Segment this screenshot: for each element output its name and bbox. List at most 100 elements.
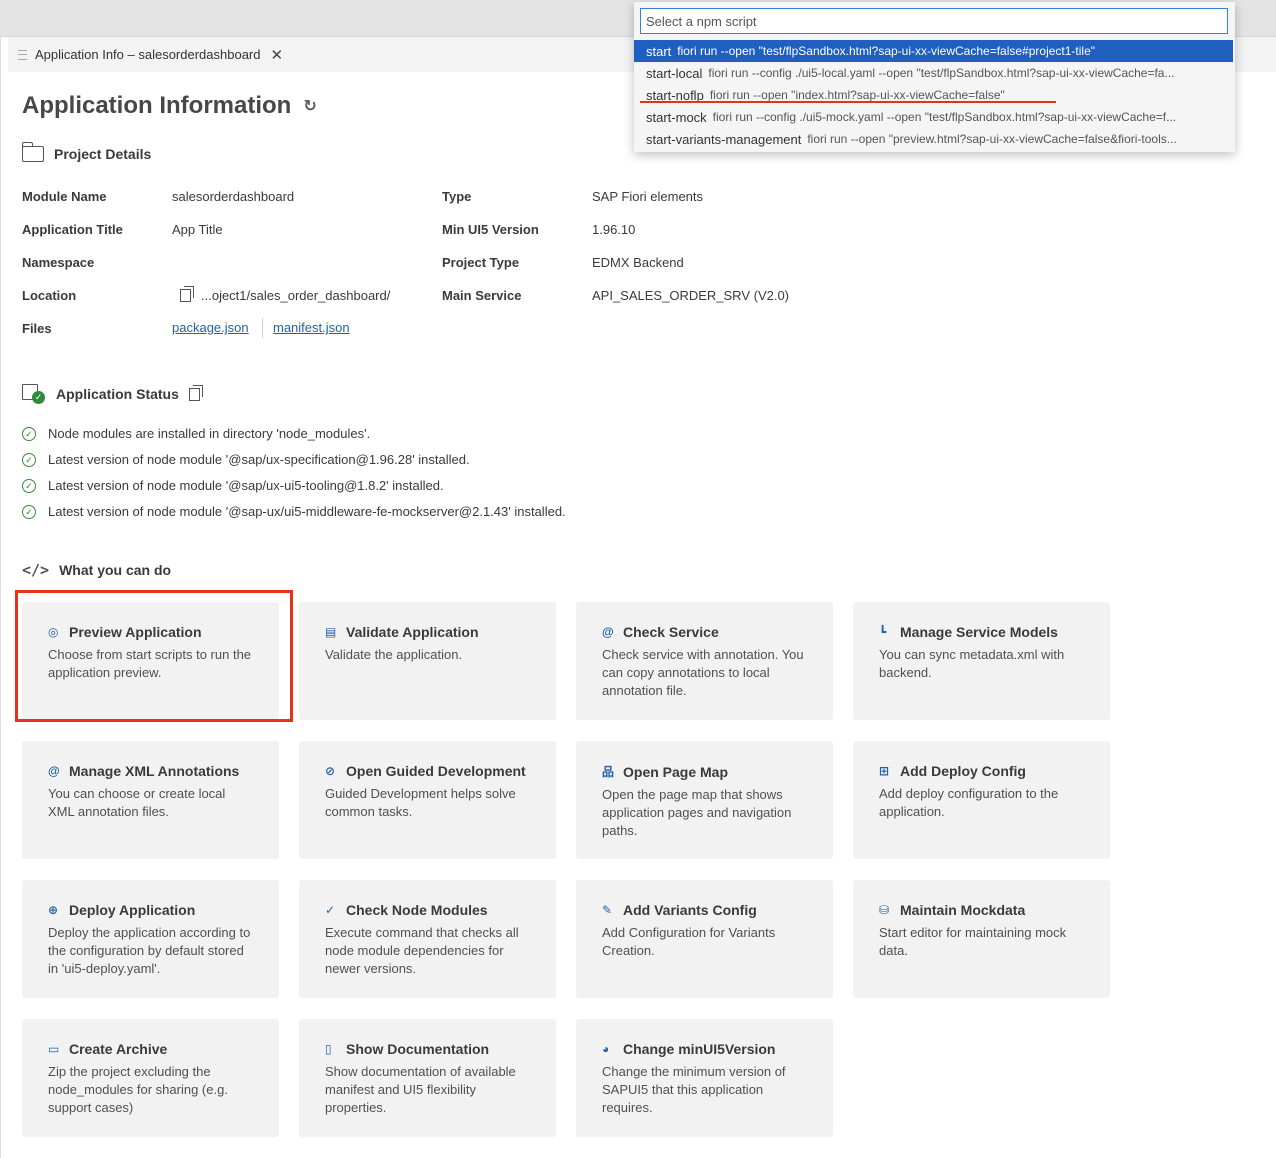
action-card-title: ✓ Check Node Modules	[325, 902, 530, 918]
type-value: SAP Fiori elements	[592, 189, 704, 204]
application-status-heading: ✓ Application Status	[22, 384, 203, 404]
action-card[interactable]: 品 Open Page Map Open the page map that sho…	[576, 741, 833, 859]
action-card[interactable]: ▯ Show Documentation Show documentation of…	[299, 1019, 556, 1137]
action-card-description: You can choose or create local XML annot…	[48, 786, 226, 819]
status-item: ✓ Node modules are installed in director…	[22, 426, 370, 441]
folder-icon	[22, 142, 44, 162]
check-circle-icon: ✓	[22, 452, 36, 467]
action-card-description: Guided Development helps solve common ta…	[325, 786, 516, 819]
action-card-description: Start editor for maintaining mock data.	[879, 925, 1067, 958]
action-card-title: ⊞ Add Deploy Config	[879, 763, 1084, 779]
globe-icon: ⊕	[48, 903, 59, 917]
add-config-icon: ⊞	[879, 764, 890, 778]
page-title: Application Information ↻	[22, 92, 317, 120]
npm-script-command: fiori run --open "index.html?sap-ui-xx-v…	[709, 88, 1005, 102]
action-card-label: Show Documentation	[346, 1041, 490, 1057]
action-card[interactable]: ⛁ Maintain Mockdata Start editor for maint…	[853, 880, 1110, 998]
copy-icon[interactable]	[188, 384, 203, 401]
action-card-label: Add Deploy Config	[900, 763, 1026, 779]
action-card-label: Maintain Mockdata	[900, 902, 1026, 918]
npm-script-option[interactable]: start-local fiori run --config ./ui5-loca…	[634, 62, 1233, 84]
action-card[interactable]: ▤ Validate Application Validate the applic…	[299, 602, 556, 720]
npm-script-name: start-mock	[646, 109, 707, 125]
action-card[interactable]: ⊕ Deploy Application Deploy the applicatio…	[22, 880, 279, 998]
highlight-underline	[640, 101, 1056, 103]
tab-application-info[interactable]: Application Info – salesorderdashboard ✕	[8, 37, 298, 72]
files-divider	[262, 318, 263, 338]
page-map-icon: 品	[602, 765, 615, 779]
npm-script-name: start-local	[646, 65, 703, 81]
action-card-description: Add deploy configuration to the applicat…	[879, 786, 1059, 819]
npm-script-command: fiori run --open "test/flpSandbox.html?s…	[677, 44, 1096, 58]
module-name-label: Module Name	[22, 189, 107, 204]
service-model-icon: ┗	[879, 625, 887, 639]
action-card-title: ▯ Show Documentation	[325, 1041, 530, 1057]
action-card[interactable]: ┗ Manage Service Models You can sync metad…	[853, 602, 1110, 720]
at-icon: @	[48, 764, 60, 778]
action-card-title: ◕ Change minUI5Version	[602, 1041, 807, 1057]
action-card-description: Deploy the application according to the …	[48, 925, 251, 976]
action-card[interactable]: ◕ Change minUI5Version Change the minimum …	[576, 1019, 833, 1137]
main-service-value: API_SALES_ORDER_SRV (V2.0)	[592, 288, 790, 303]
guided-development-icon: ⊘	[325, 764, 336, 778]
action-card[interactable]: ✓ Check Node Modules Execute command that …	[299, 880, 556, 998]
action-card[interactable]: ⊘ Open Guided Development Guided Developme…	[299, 741, 556, 859]
manifest-json-link[interactable]: manifest.json	[273, 320, 350, 335]
check-circle-icon: ✓	[22, 504, 36, 519]
npm-script-command: fiori run --config ./ui5-mock.yaml --ope…	[712, 110, 1177, 124]
action-card-description: Open the page map that shows application…	[602, 787, 792, 838]
action-card-description: Check service with annotation. You can c…	[602, 647, 804, 698]
check-circle-icon: ✓	[22, 478, 36, 493]
status-item: ✓ Latest version of node module '@sap-ux…	[22, 504, 566, 519]
location-value: ...oject1/sales_order_dashboard/	[180, 286, 390, 303]
min-ui5-version-label: Min UI5 Version	[442, 222, 539, 237]
close-icon[interactable]: ✕	[270, 46, 283, 64]
preview-icon: ◎	[48, 625, 59, 639]
database-icon: ⛁	[879, 903, 890, 917]
what-you-can-do-title: What you can do	[59, 562, 172, 578]
status-text: Node modules are installed in directory …	[48, 426, 371, 441]
npm-script-command: fiori run --config ./ui5-local.yaml --op…	[708, 66, 1175, 80]
action-card-description: Validate the application.	[325, 647, 463, 662]
action-card-title: ⊕ Deploy Application	[48, 902, 253, 918]
status-item: ✓ Latest version of node module '@sap/ux…	[22, 452, 470, 467]
min-ui5-version-value: 1.96.10	[592, 222, 636, 237]
folder-open-icon: ▭	[48, 1042, 60, 1056]
npm-script-option[interactable]: start-mock fiori run --config ./ui5-mock.…	[634, 106, 1233, 128]
status-text: Latest version of node module '@sap/ux-u…	[48, 478, 444, 493]
project-type-label: Project Type	[442, 255, 520, 270]
action-card-label: Open Guided Development	[346, 763, 526, 779]
npm-script-input[interactable]	[640, 8, 1228, 34]
npm-script-option[interactable]: start-variants-management fiori run --ope…	[634, 128, 1233, 150]
application-title-label: Application Title	[22, 222, 123, 237]
status-text: Latest version of node module '@sap/ux-s…	[48, 452, 470, 467]
action-card-description: Change the minimum version of SAPUI5 tha…	[602, 1064, 786, 1115]
action-card[interactable]: @ Manage XML Annotations You can choose or…	[22, 741, 279, 859]
tab-label: Application Info – salesorderdashboard	[35, 47, 261, 62]
npm-script-command: fiori run --open "preview.html?sap-ui-xx…	[807, 132, 1177, 146]
page-title-text: Application Information	[22, 92, 292, 119]
action-card[interactable]: ▭ Create Archive Zip the project excluding…	[22, 1019, 279, 1137]
project-type-value: EDMX Backend	[592, 255, 684, 270]
copy-icon[interactable]	[180, 286, 194, 302]
application-title-value: App Title	[172, 222, 223, 237]
action-card-title: ┗ Manage Service Models	[879, 624, 1084, 640]
action-card-title: ⊘ Open Guided Development	[325, 763, 530, 779]
what-you-can-do-heading: </> What you can do	[22, 561, 171, 579]
action-card[interactable]: ⊞ Add Deploy Config Add deploy configurati…	[853, 741, 1110, 859]
action-card[interactable]: ✎ Add Variants Config Add Configuration fo…	[576, 880, 833, 998]
action-card-label: Add Variants Config	[623, 902, 757, 918]
status-icon: ✓	[22, 384, 46, 404]
action-card[interactable]: @ Check Service Check service with annotat…	[576, 602, 833, 720]
package-json-link[interactable]: package.json	[172, 320, 249, 335]
action-card-description: Choose from start scripts to run the app…	[48, 647, 252, 680]
ui5-icon: ◕	[602, 1042, 610, 1056]
action-card-title: 品 Open Page Map	[602, 763, 807, 780]
refresh-icon[interactable]: ↻	[303, 96, 316, 116]
document-icon: ▯	[325, 1042, 332, 1056]
npm-script-quickpick: start fiori run --open "test/flpSandbox.h…	[634, 2, 1235, 152]
status-text: Latest version of node module '@sap-ux/u…	[48, 504, 566, 519]
files-label: Files	[22, 321, 52, 336]
action-card[interactable]: ◎ Preview Application Choose from start sc…	[22, 602, 279, 720]
npm-script-option[interactable]: start fiori run --open "test/flpSandbox.h…	[634, 40, 1233, 62]
